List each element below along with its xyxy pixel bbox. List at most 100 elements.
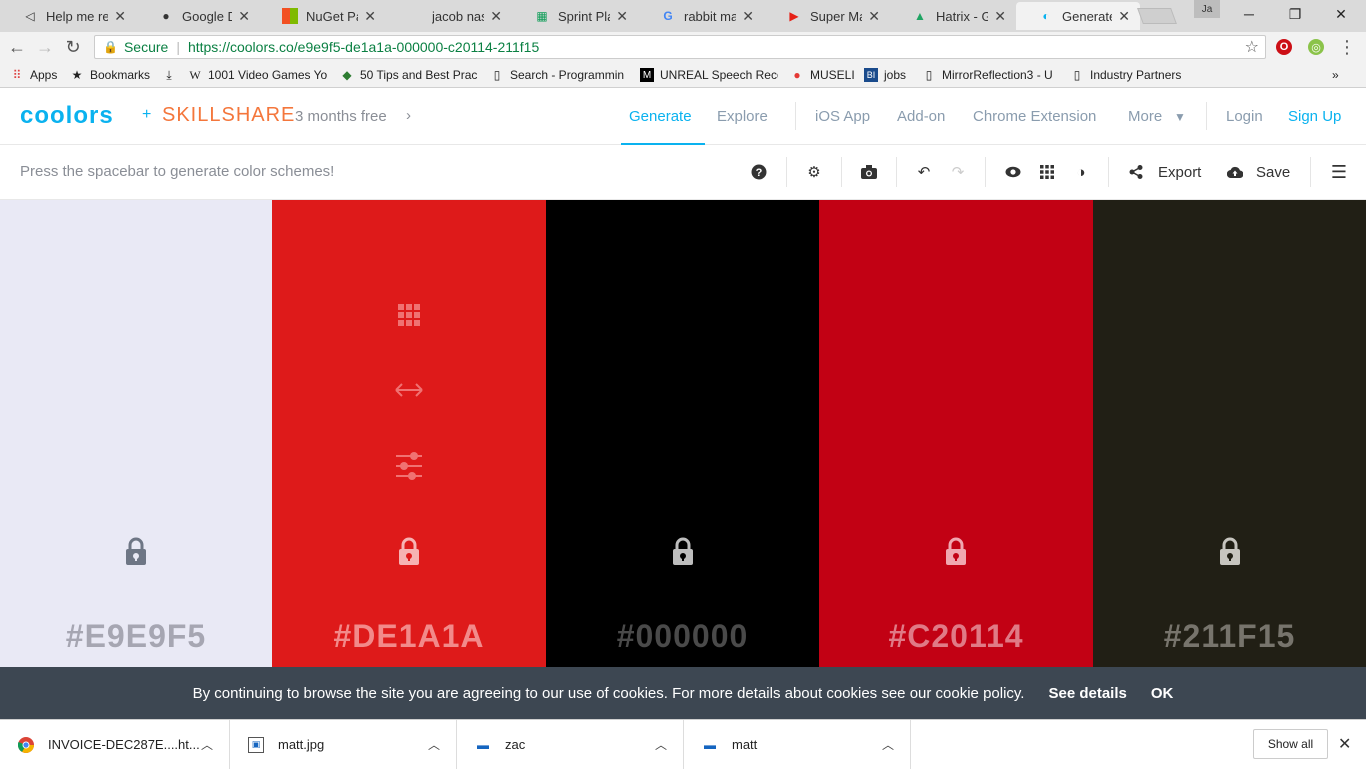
chevron-up-icon[interactable]: ︿ xyxy=(428,736,440,753)
reload-button[interactable]: ↻ xyxy=(62,36,84,58)
sliders-icon[interactable] xyxy=(394,452,424,480)
hex-code[interactable]: #000000 xyxy=(546,618,819,655)
close-icon[interactable]: ✕ xyxy=(238,8,250,25)
color-swatch[interactable]: #E9E9F5 xyxy=(0,200,272,667)
close-icon[interactable]: ✕ xyxy=(1118,8,1130,25)
close-icon[interactable]: ✕ xyxy=(868,8,880,25)
close-icon[interactable]: ✕ xyxy=(114,8,126,25)
download-item[interactable]: INVOICE-DEC287E....ht... ︿ xyxy=(0,720,230,769)
bookmark-item[interactable]: ▯ MirrorReflection3 - U xyxy=(922,66,1058,84)
signup-link[interactable]: Sign Up xyxy=(1288,108,1341,125)
color-swatch[interactable]: #000000 xyxy=(546,200,819,667)
skillshare-logo[interactable]: SKILLSHARE xyxy=(162,104,295,127)
show-all-button[interactable]: Show all xyxy=(1253,729,1328,759)
cloud-upload-icon[interactable] xyxy=(1225,162,1245,182)
export-button[interactable]: Export xyxy=(1158,164,1201,181)
nav-chrome-extension[interactable]: Chrome Extension xyxy=(973,108,1096,125)
bookmark-folder[interactable]: ★ Bookmarks xyxy=(70,66,150,84)
chevron-down-icon[interactable]: ▼ xyxy=(1174,110,1186,124)
green-extension-icon[interactable]: ◎ xyxy=(1308,39,1324,55)
browser-tab[interactable]: jacob nash ✕ xyxy=(386,2,512,30)
browser-tab[interactable]: G rabbit mario ✕ xyxy=(638,2,764,30)
hex-code[interactable]: #211F15 xyxy=(1093,618,1366,655)
bookmark-item[interactable]: ● MUSELI xyxy=(790,66,854,84)
color-swatch[interactable]: #DE1A1A xyxy=(272,200,546,667)
close-icon[interactable]: ✕ xyxy=(364,8,376,25)
color-swatch[interactable]: #211F15 xyxy=(1093,200,1366,667)
close-icon[interactable]: ✕ xyxy=(994,8,1006,25)
browser-tab[interactable]: ▲ Hatrix - Goo ✕ xyxy=(890,2,1016,30)
bookmark-item[interactable]: ▯ Search - Programmin xyxy=(490,66,630,84)
color-swatch[interactable]: #C20114 xyxy=(819,200,1093,667)
download-item[interactable]: ▬ zac ︿ xyxy=(457,720,684,769)
lock-icon[interactable] xyxy=(124,537,148,565)
new-tab-button[interactable] xyxy=(1137,8,1177,24)
close-icon[interactable]: ✕ xyxy=(616,8,628,25)
hex-code[interactable]: #DE1A1A xyxy=(272,618,546,655)
promo-text[interactable]: 3 months free xyxy=(295,108,387,125)
browser-tab[interactable]: ◁ Help me rea ✕ xyxy=(0,2,136,30)
bookmark-item[interactable]: M UNREAL Speech Reco xyxy=(640,66,778,84)
nav-ios-app[interactable]: iOS App xyxy=(815,108,870,125)
hex-code[interactable]: #E9E9F5 xyxy=(0,618,272,655)
eye-icon[interactable] xyxy=(1003,162,1023,182)
grid-view-icon[interactable] xyxy=(1037,162,1057,182)
nav-explore[interactable]: Explore xyxy=(717,108,768,125)
ok-button[interactable]: OK xyxy=(1151,685,1174,702)
close-icon[interactable]: ✕ xyxy=(742,8,754,25)
login-link[interactable]: Login xyxy=(1226,108,1263,125)
restore-button[interactable]: ❐ xyxy=(1272,0,1318,28)
nav-generate[interactable]: Generate xyxy=(629,108,692,125)
bookmark-apps[interactable]: ⠿ Apps xyxy=(10,66,58,84)
drag-arrows-icon[interactable] xyxy=(394,380,424,400)
see-details-link[interactable]: See details xyxy=(1048,685,1126,702)
url-text[interactable]: https://coolors.co/e9e9f5-de1a1a-000000-… xyxy=(188,39,539,55)
opera-extension-icon[interactable]: O xyxy=(1276,39,1292,55)
bookmark-download[interactable]: ⤓ xyxy=(162,66,182,84)
minimize-button[interactable]: ─ xyxy=(1226,0,1272,28)
lock-icon[interactable] xyxy=(944,537,968,565)
palette-grid-icon[interactable] xyxy=(394,302,424,326)
bookmark-item[interactable]: W 1001 Video Games Yo xyxy=(188,66,328,84)
app-file-icon: ▬ xyxy=(704,737,716,752)
more-bookmarks-button[interactable]: » xyxy=(1332,66,1339,84)
lock-icon[interactable] xyxy=(1218,537,1242,565)
nav-more[interactable]: More xyxy=(1128,108,1162,125)
bookmark-item[interactable]: ▯ Industry Partners xyxy=(1070,66,1182,84)
browser-tab[interactable]: NuGet Pack ✕ xyxy=(260,2,386,30)
nav-add-on[interactable]: Add-on xyxy=(897,108,945,125)
chevron-up-icon[interactable]: ︿ xyxy=(655,736,667,753)
camera-icon[interactable] xyxy=(859,162,879,182)
hamburger-menu-icon[interactable]: ☰ xyxy=(1329,162,1349,182)
browser-tab-active[interactable]: ◐ Generate - C ✕ xyxy=(1016,2,1140,30)
save-button[interactable]: Save xyxy=(1256,164,1290,181)
menu-dots-icon[interactable]: ⋮ xyxy=(1336,36,1358,58)
bookmark-item[interactable]: ◆ 50 Tips and Best Prac xyxy=(340,66,478,84)
adjust-icon[interactable]: ◑ xyxy=(1071,162,1091,182)
star-icon[interactable]: ☆ xyxy=(1245,37,1259,57)
lock-icon[interactable] xyxy=(671,537,695,565)
coolors-logo[interactable]: coolors xyxy=(20,102,114,130)
close-window-button[interactable]: ✕ xyxy=(1318,0,1364,28)
download-item[interactable]: ▬ matt ︿ xyxy=(684,720,911,769)
undo-icon[interactable]: ↶ xyxy=(914,162,934,182)
profile-button[interactable]: Ja xyxy=(1194,0,1220,18)
browser-tab[interactable]: ▶ Super Mario ✕ xyxy=(764,2,890,30)
redo-icon[interactable]: ↷ xyxy=(948,162,968,182)
share-icon[interactable] xyxy=(1126,162,1146,182)
browser-tab[interactable]: ▦ Sprint Plan - ✕ xyxy=(512,2,638,30)
browser-tab[interactable]: ● Google Driv ✕ xyxy=(136,2,260,30)
url-bar[interactable]: 🔒 Secure | https://coolors.co/e9e9f5-de1… xyxy=(94,35,1266,59)
download-item[interactable]: ▣ matt.jpg ︿ xyxy=(230,720,457,769)
back-button[interactable]: ← xyxy=(6,36,28,58)
gear-icon[interactable]: ⚙ xyxy=(804,162,824,182)
chevron-up-icon[interactable]: ︿ xyxy=(201,736,213,753)
close-icon[interactable]: ✕ xyxy=(490,8,502,25)
chevron-up-icon[interactable]: ︿ xyxy=(882,736,894,753)
lock-icon[interactable] xyxy=(397,537,421,565)
help-icon[interactable]: ? xyxy=(749,162,769,182)
forward-button[interactable]: → xyxy=(34,36,56,58)
bookmark-item[interactable]: BI jobs xyxy=(864,66,906,84)
close-icon[interactable]: ✕ xyxy=(1338,734,1351,754)
hex-code[interactable]: #C20114 xyxy=(819,618,1093,655)
